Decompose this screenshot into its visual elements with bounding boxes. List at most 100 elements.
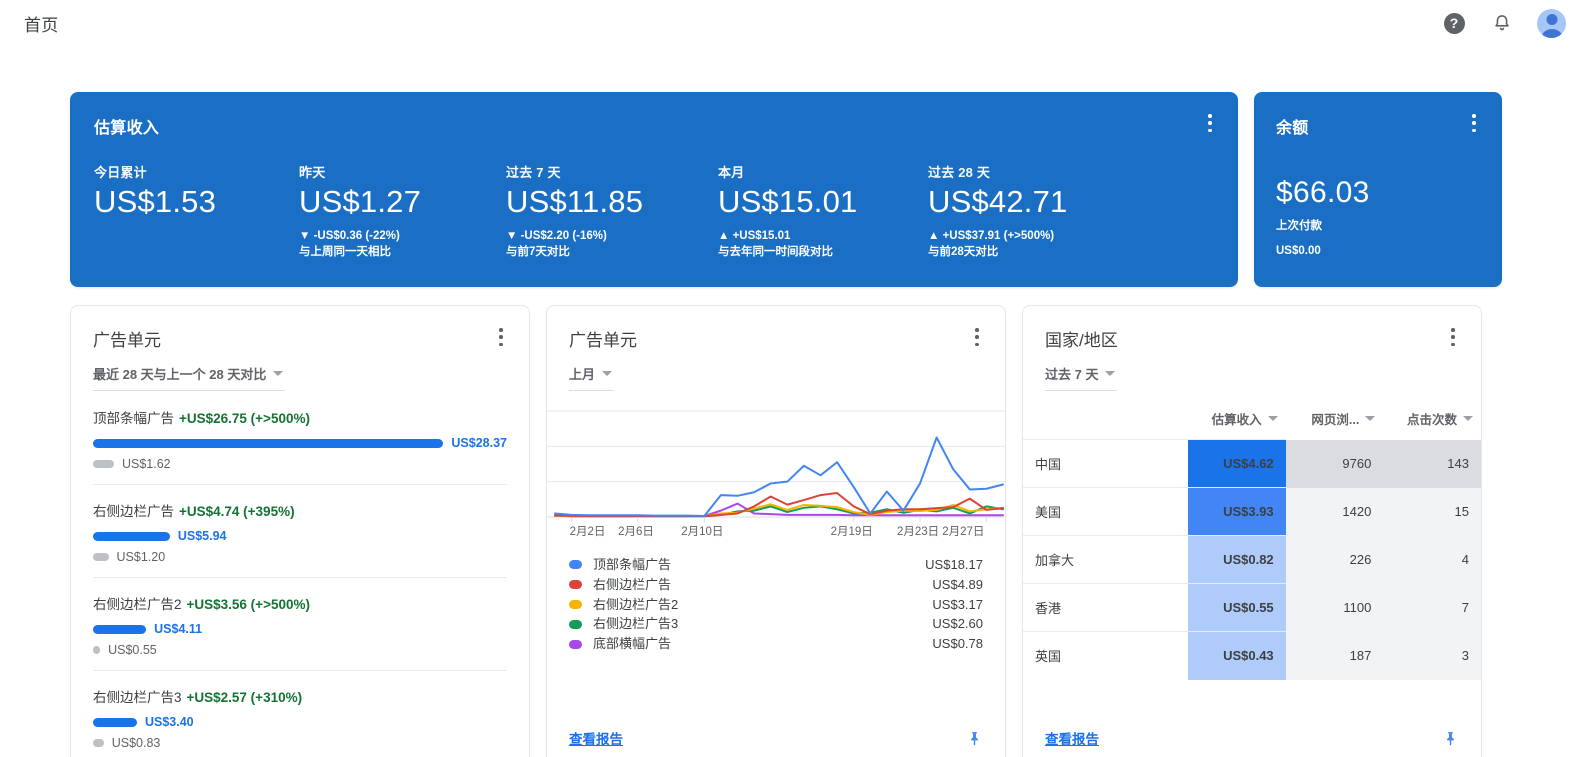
column-header-pageviews[interactable]: 网页浏...	[1286, 409, 1384, 440]
country-region-date-range-label: 过去 7 天	[1045, 367, 1099, 382]
cell-country: 加拿大	[1023, 535, 1188, 584]
table-row[interactable]: 英国 US$0.43 187 3	[1023, 631, 1481, 680]
ad-unit-row: 顶部条幅广告 +US$26.75 (+>500%) US$28.37 US$1.62	[93, 391, 507, 485]
country-region-date-range-dropdown[interactable]: 过去 7 天	[1045, 358, 1118, 391]
column-header-clicks[interactable]: 点击次数	[1383, 409, 1481, 440]
sort-chevron-down-icon	[1463, 416, 1473, 422]
metric-value: US$1.53	[94, 184, 217, 219]
metric-label: 过去 28 天	[928, 165, 991, 180]
legend-item[interactable]: 底部横幅广告 US$0.78	[569, 634, 983, 654]
ad-unit-previous-bar-row: US$1.62	[93, 457, 507, 471]
ad-units-line-chart: 2月2日 2月6日 2月10日 2月19日 2月23日 2月27日	[547, 403, 1005, 543]
metric-value: US$15.01	[718, 184, 858, 219]
ad-unit-previous-bar	[93, 646, 101, 654]
cell-estimated-revenue: US$0.82	[1188, 535, 1286, 584]
legend-label: 顶部条幅广告	[593, 557, 672, 572]
ad-unit-current-value: US$5.94	[177, 529, 227, 543]
balance-more-options-icon[interactable]	[1466, 114, 1482, 132]
ad-unit-previous-bar-row: US$1.20	[93, 550, 507, 564]
metric-sub: 与前7天对比	[506, 246, 570, 259]
table-row[interactable]: 美国 US$3.93 1420 15	[1023, 487, 1481, 536]
legend-color-swatch	[569, 619, 582, 629]
ad-unit-previous-bar-row: US$0.83	[93, 736, 507, 750]
ad-units-chart-view-report-link[interactable]: 查看报告	[569, 728, 623, 748]
legend-label: 右侧边栏广告3	[593, 616, 679, 632]
cell-estimated-revenue: US$4.62	[1188, 439, 1286, 488]
cell-clicks: 15	[1383, 487, 1481, 536]
ad-unit-row: 右侧边栏广告2 +US$3.56 (+>500%) US$4.11 US$0.55	[93, 578, 507, 671]
account-avatar[interactable]	[1537, 8, 1566, 38]
legend-item[interactable]: 右侧边栏广告2 US$3.17	[569, 595, 983, 615]
ad-unit-delta: +US$3.56 (+>500%)	[186, 597, 310, 612]
notifications-bell-icon[interactable]	[1489, 10, 1515, 36]
cell-clicks: 143	[1383, 439, 1481, 488]
metric-delta: ▼ -US$0.36 (-22%)	[299, 229, 400, 242]
column-label: 网页浏...	[1311, 413, 1360, 428]
ad-units-list-card: 广告单元 最近 28 天与上一个 28 天对比 顶部条幅广告 +US$26.75 …	[70, 305, 530, 757]
cell-pageviews: 9760	[1285, 439, 1384, 488]
metric-delta: ▲ +US$15.01	[718, 229, 791, 242]
metric-delta: ▲ +US$37.91 (+>500%)	[928, 229, 1055, 242]
svg-text:2月6日: 2月6日	[618, 526, 654, 538]
page-title: 首页	[24, 15, 59, 35]
ad-unit-header: 顶部条幅广告 +US$26.75 (+>500%)	[93, 407, 507, 427]
ad-units-list-date-range-dropdown[interactable]: 最近 28 天与上一个 28 天对比	[93, 358, 286, 391]
estimated-earnings-more-options-icon[interactable]	[1202, 114, 1218, 132]
help-icon[interactable]: ?	[1441, 10, 1467, 36]
metric-last-7-days: 过去 7 天 US$11.85 ▼ -US$2.20 (-16%) 与前7天对比	[506, 162, 718, 261]
legend-value: US$4.89	[932, 576, 983, 592]
cell-country: 香港	[1023, 583, 1188, 632]
ad-unit-current-bar-row: US$4.11	[93, 622, 507, 636]
metric-value: US$1.27	[299, 184, 422, 219]
cell-clicks: 3	[1383, 631, 1481, 680]
ad-unit-current-value: US$4.11	[154, 622, 203, 636]
legend-item[interactable]: 顶部条幅广告 US$18.17	[569, 555, 983, 575]
ad-unit-current-bar-row: US$28.37	[93, 436, 507, 450]
ad-unit-header: 右侧边栏广告3 +US$2.57 (+310%)	[93, 686, 507, 706]
pin-icon[interactable]	[1442, 730, 1459, 747]
top-app-bar: 首页 ?	[0, 0, 1582, 46]
legend-item[interactable]: 右侧边栏广告 US$4.89	[569, 575, 983, 595]
legend-value: US$0.78	[932, 636, 983, 652]
ad-units-chart-date-range-dropdown[interactable]: 上月	[569, 358, 615, 391]
cell-estimated-revenue: US$3.93	[1188, 487, 1286, 536]
column-header-estimated-revenue[interactable]: 估算收入	[1188, 409, 1286, 440]
pin-icon[interactable]	[966, 730, 983, 747]
metric-sub: 与上周同一天相比	[299, 246, 391, 259]
table-row[interactable]: 香港 US$0.55 1100 7	[1023, 583, 1481, 632]
table-row[interactable]: 加拿大 US$0.82 226 4	[1023, 535, 1481, 584]
ad-units-chart-title: 广告单元	[569, 331, 637, 350]
ad-unit-delta: +US$4.74 (+395%)	[179, 504, 295, 519]
last-payment-amount: US$0.00	[1276, 245, 1321, 258]
metric-sub: 与去年同一时间段对比	[718, 246, 833, 259]
legend-label: 底部横幅广告	[593, 636, 672, 652]
ad-unit-previous-bar	[93, 460, 114, 468]
ad-unit-row: 右侧边栏广告 +US$4.74 (+395%) US$5.94 US$1.20	[93, 485, 507, 578]
metric-value: US$42.71	[928, 184, 1068, 219]
estimated-earnings-card: 估算收入 今日累计 US$1.53 昨天 US$1.27 ▼ -US$0.36 …	[70, 92, 1238, 287]
metric-this-month: 本月 US$15.01 ▲ +US$15.01 与去年同一时间段对比	[718, 162, 928, 261]
ad-units-chart-more-options-icon[interactable]	[969, 328, 985, 346]
metric-last-28-days: 过去 28 天 US$42.71 ▲ +US$37.91 (+>500%) 与前…	[928, 162, 1067, 261]
metric-label: 过去 7 天	[506, 165, 561, 180]
ad-units-list: 顶部条幅广告 +US$26.75 (+>500%) US$28.37 US$1.62 右…	[93, 391, 507, 757]
ad-unit-current-bar	[93, 438, 444, 448]
country-region-table: 估算收入 网页浏... 点击次数 中国 US$4.62 9760 143 美国 …	[1023, 409, 1481, 680]
metric-label: 本月	[718, 165, 745, 180]
ad-unit-previous-bar	[93, 553, 109, 561]
country-region-more-options-icon[interactable]	[1445, 328, 1461, 346]
ad-units-list-more-options-icon[interactable]	[493, 328, 509, 346]
ad-unit-previous-value: US$1.20	[116, 550, 166, 564]
ad-unit-header: 右侧边栏广告 +US$4.74 (+395%)	[93, 500, 507, 520]
table-row[interactable]: 中国 US$4.62 9760 143	[1023, 439, 1481, 488]
table-header: 估算收入 网页浏... 点击次数	[1023, 409, 1481, 440]
country-region-view-report-link[interactable]: 查看报告	[1045, 728, 1099, 748]
ad-units-chart-footer: 查看报告	[547, 728, 1005, 757]
cell-pageviews: 1100	[1285, 583, 1384, 632]
ad-unit-name: 右侧边栏广告3	[93, 690, 182, 705]
ad-unit-previous-value: US$0.83	[111, 736, 161, 750]
svg-text:2月19日: 2月19日	[831, 526, 873, 538]
cell-country: 中国	[1023, 439, 1188, 488]
column-label: 估算收入	[1211, 413, 1262, 427]
legend-item[interactable]: 右侧边栏广告3 US$2.60	[569, 614, 983, 634]
